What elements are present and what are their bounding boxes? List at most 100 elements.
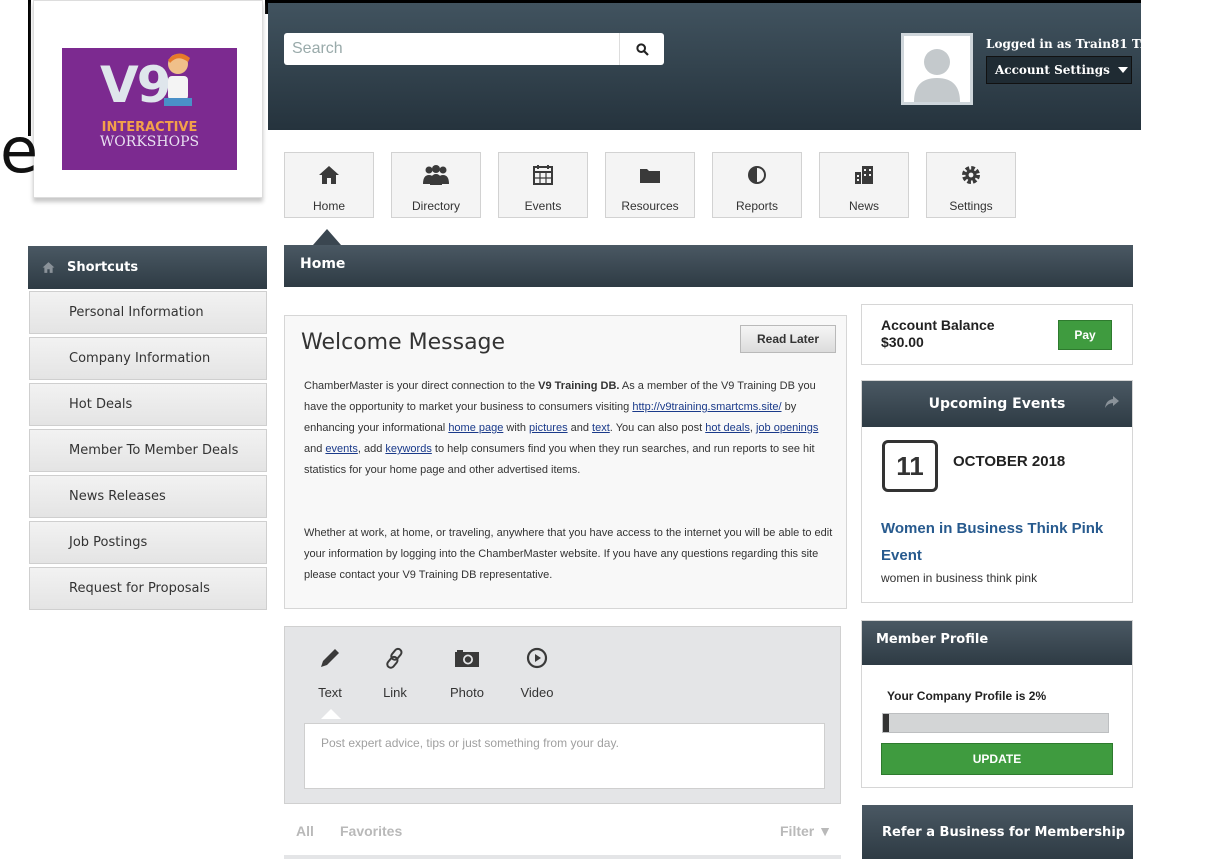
building-icon — [855, 166, 873, 184]
profile-completion-text: Your Company Profile is 2% — [887, 689, 1047, 703]
post-tool-photo[interactable]: Photo — [442, 643, 492, 700]
event-date-badge: 11 — [882, 440, 938, 492]
active-tool-pointer — [321, 709, 341, 719]
active-nav-pointer — [313, 229, 341, 245]
events-link[interactable]: events — [325, 443, 357, 455]
avatar[interactable] — [901, 33, 973, 105]
folder-icon — [640, 169, 660, 183]
post-tool-link[interactable]: Link — [370, 643, 420, 700]
nav-tile-news[interactable]: News — [819, 152, 909, 218]
top-header: Logged in as Train81 Train81 Account Set… — [268, 0, 1184, 130]
update-profile-button[interactable]: UPDATE — [881, 743, 1113, 775]
shortcut-job-postings[interactable]: Job Postings — [29, 521, 267, 564]
nav-tile-label: Settings — [949, 199, 993, 213]
account-balance-value: $30.00 — [881, 334, 924, 350]
welcome-text: . You can also post — [609, 422, 706, 434]
shortcut-hot-deals[interactable]: Hot Deals — [29, 383, 267, 426]
search-icon — [635, 42, 649, 56]
caret-down-icon — [1117, 67, 1128, 73]
logo: V9 INTERACTIVE WORKSHOPS — [62, 48, 237, 170]
keywords-link[interactable]: keywords — [385, 443, 431, 455]
gear-icon — [962, 166, 980, 184]
post-textarea[interactable] — [304, 723, 825, 789]
welcome-text: with — [503, 422, 530, 434]
calendar-icon — [533, 165, 553, 185]
upcoming-events-panel: Upcoming Events 11 OCTOBER 2018 Women in… — [861, 380, 1133, 603]
welcome-text: , add — [357, 443, 386, 455]
people-icon — [423, 165, 449, 185]
feed-filter-favorites[interactable]: Favorites — [340, 823, 402, 839]
search-input[interactable] — [284, 33, 619, 65]
page-title: Home — [284, 245, 1133, 287]
shortcut-member-to-member-deals[interactable]: Member To Member Deals — [29, 429, 267, 472]
feed-filter-dropdown[interactable]: Filter ▼ — [780, 823, 832, 839]
nav-tile-reports[interactable]: Reports — [712, 152, 802, 218]
member-profile-header: Member Profile — [862, 621, 1132, 665]
pencil-icon — [321, 649, 339, 667]
welcome-db-name: V9 Training DB. — [538, 380, 620, 392]
camera-icon — [455, 650, 479, 667]
account-settings-button[interactable]: Account Settings — [986, 56, 1132, 84]
pictures-link[interactable]: pictures — [529, 422, 568, 434]
post-tool-label: Link — [383, 685, 407, 700]
event-month-year: OCTOBER 2018 — [953, 453, 1066, 470]
nav-tile-directory[interactable]: Directory — [391, 152, 481, 218]
job-openings-link[interactable]: job openings — [756, 422, 818, 434]
logo-card[interactable]: V9 INTERACTIVE WORKSHOPS — [33, 0, 263, 198]
logo-character-icon — [164, 53, 192, 106]
nav-tile-label: Directory — [411, 199, 460, 213]
shortcut-personal-information[interactable]: Personal Information — [29, 291, 267, 334]
welcome-paragraph-1: ChamberMaster is your direct connection … — [304, 376, 834, 481]
post-tool-text[interactable]: Text — [305, 643, 355, 700]
post-tool-video[interactable]: Video — [512, 643, 562, 700]
account-settings-label: Account Settings — [995, 63, 1110, 77]
post-tool-label: Video — [520, 685, 554, 700]
logged-in-text: Logged in as Train81 Train81 — [986, 37, 1185, 51]
home-icon — [319, 166, 339, 184]
nav-tile-settings[interactable]: Settings — [926, 152, 1016, 218]
link-icon — [386, 647, 403, 669]
text-link[interactable]: text — [592, 422, 610, 434]
refer-business-header[interactable]: Refer a Business for Membership — [862, 805, 1133, 859]
upcoming-events-header: Upcoming Events — [862, 381, 1132, 427]
shortcut-request-for-proposals[interactable]: Request for Proposals — [29, 567, 267, 610]
feed-filter-all[interactable]: All — [296, 823, 314, 839]
pay-button[interactable]: Pay — [1058, 320, 1112, 350]
nav-tile-events[interactable]: Events — [498, 152, 588, 218]
nav-tile-label: Home — [312, 199, 345, 213]
account-balance-panel: Account Balance $30.00 Pay — [861, 304, 1133, 365]
welcome-panel: Welcome Message Read Later ChamberMaster… — [284, 315, 847, 609]
welcome-text: and — [304, 443, 326, 455]
post-tool-label: Text — [318, 685, 342, 700]
upcoming-events-title: Upcoming Events — [928, 396, 1066, 412]
profile-progress-fill — [883, 714, 889, 732]
profile-progress-bar — [882, 713, 1109, 733]
member-profile-panel: Member Profile Your Company Profile is 2… — [861, 620, 1133, 788]
site-url-link[interactable]: http://v9training.smartcms.site/ — [632, 401, 781, 413]
logo-line1: INTERACTIVE — [101, 120, 198, 135]
shortcuts-header: Shortcuts — [28, 246, 267, 289]
read-later-button[interactable]: Read Later — [740, 325, 836, 353]
post-tool-label: Photo — [450, 685, 484, 700]
home-page-link[interactable]: home page — [448, 422, 503, 434]
nav-tile-resources[interactable]: Resources — [605, 152, 695, 218]
search-box — [284, 33, 664, 65]
logo-line2: WORKSHOPS — [99, 134, 200, 150]
welcome-text: ChamberMaster is your direct connection … — [304, 380, 539, 392]
home-icon — [42, 262, 55, 273]
nav-tile-home[interactable]: Home — [284, 152, 374, 218]
welcome-text: and — [567, 422, 593, 434]
nav-tile-label: Reports — [735, 199, 779, 213]
play-icon — [526, 647, 548, 669]
post-composer: Text Link Photo Video — [284, 626, 841, 804]
nav-tile-label: News — [848, 199, 879, 213]
shortcut-company-information[interactable]: Company Information — [29, 337, 267, 380]
shortcut-news-releases[interactable]: News Releases — [29, 475, 267, 518]
hot-deals-link[interactable]: hot deals — [705, 422, 750, 434]
shortcuts-title: Shortcuts — [67, 260, 139, 275]
share-icon[interactable] — [1104, 395, 1120, 409]
pie-chart-icon — [748, 166, 766, 184]
event-title-link[interactable]: Women in Business Think Pink Event — [881, 515, 1121, 569]
search-button[interactable] — [619, 33, 664, 65]
account-balance-label: Account Balance — [881, 317, 995, 333]
